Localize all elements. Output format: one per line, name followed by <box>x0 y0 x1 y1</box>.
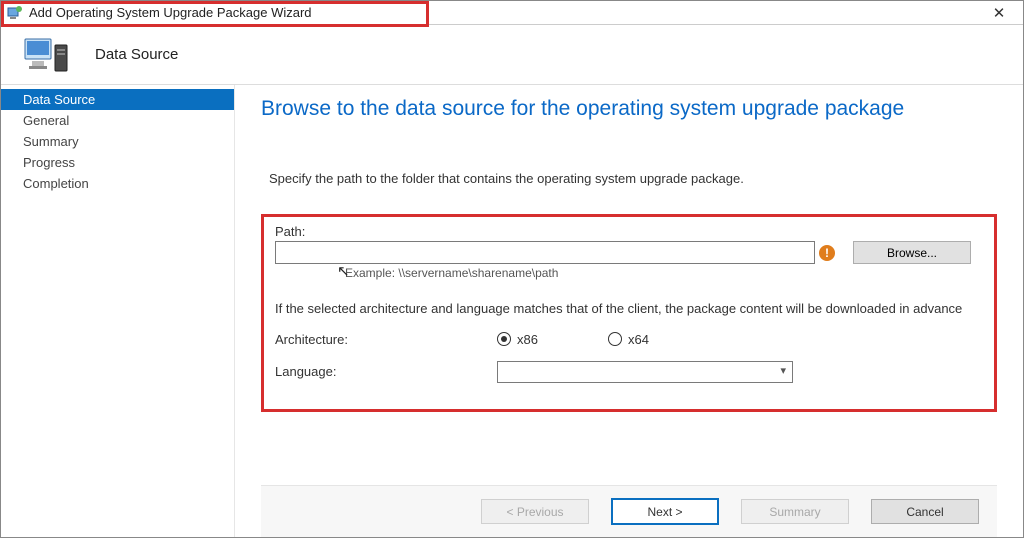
wizard-main: Browse to the data source for the operat… <box>235 85 1023 537</box>
architecture-radio-group: x86 x64 <box>497 332 649 347</box>
app-icon <box>7 5 23 21</box>
sidebar-item-progress[interactable]: Progress <box>1 152 234 173</box>
form-area: Path: ! Browse... ↖ Example: \\servernam… <box>261 214 997 397</box>
instruction-text: Specify the path to the folder that cont… <box>261 171 997 186</box>
language-select[interactable] <box>497 361 793 383</box>
radio-icon <box>608 332 622 346</box>
page-heading: Browse to the data source for the operat… <box>261 97 997 121</box>
next-button[interactable]: Next > <box>611 498 719 525</box>
radio-x86[interactable]: x86 <box>497 332 538 347</box>
sidebar-item-label: Completion <box>23 176 89 191</box>
sidebar-item-completion[interactable]: Completion <box>1 173 234 194</box>
path-input[interactable] <box>275 241 815 264</box>
wizard-body: Data Source General Summary Progress Com… <box>1 85 1023 537</box>
sidebar-item-label: Progress <box>23 155 75 170</box>
sidebar-item-general[interactable]: General <box>1 110 234 131</box>
radio-label: x86 <box>517 332 538 347</box>
error-icon: ! <box>819 245 835 261</box>
close-icon: ✕ <box>993 4 1006 22</box>
titlebar: Add Operating System Upgrade Package Wiz… <box>1 1 1023 25</box>
example-text: ↖ Example: \\servername\sharename\path <box>275 266 983 280</box>
architecture-label: Architecture: <box>275 332 497 347</box>
radio-label: x64 <box>628 332 649 347</box>
language-label: Language: <box>275 364 497 379</box>
previous-button: < Previous <box>481 499 589 524</box>
radio-icon <box>497 332 511 346</box>
sidebar-item-summary[interactable]: Summary <box>1 131 234 152</box>
wizard-window: Add Operating System Upgrade Package Wiz… <box>0 0 1024 538</box>
path-label: Path: <box>275 224 983 239</box>
architecture-note: If the selected architecture and languag… <box>275 300 983 318</box>
summary-button: Summary <box>741 499 849 524</box>
cancel-button[interactable]: Cancel <box>871 499 979 524</box>
sidebar-item-data-source[interactable]: Data Source <box>1 89 234 110</box>
wizard-header: Data Source <box>1 25 1023 85</box>
header-title: Data Source <box>95 46 178 63</box>
window-title: Add Operating System Upgrade Package Wiz… <box>29 5 312 20</box>
radio-x64[interactable]: x64 <box>608 332 649 347</box>
wizard-footer: < Previous Next > Summary Cancel <box>261 485 997 537</box>
sidebar-item-label: Data Source <box>23 92 95 107</box>
close-button[interactable]: ✕ <box>983 3 1015 23</box>
wizard-sidebar: Data Source General Summary Progress Com… <box>1 85 235 537</box>
header-computer-icon <box>23 35 71 75</box>
sidebar-item-label: General <box>23 113 69 128</box>
browse-button[interactable]: Browse... <box>853 241 971 264</box>
sidebar-item-label: Summary <box>23 134 79 149</box>
